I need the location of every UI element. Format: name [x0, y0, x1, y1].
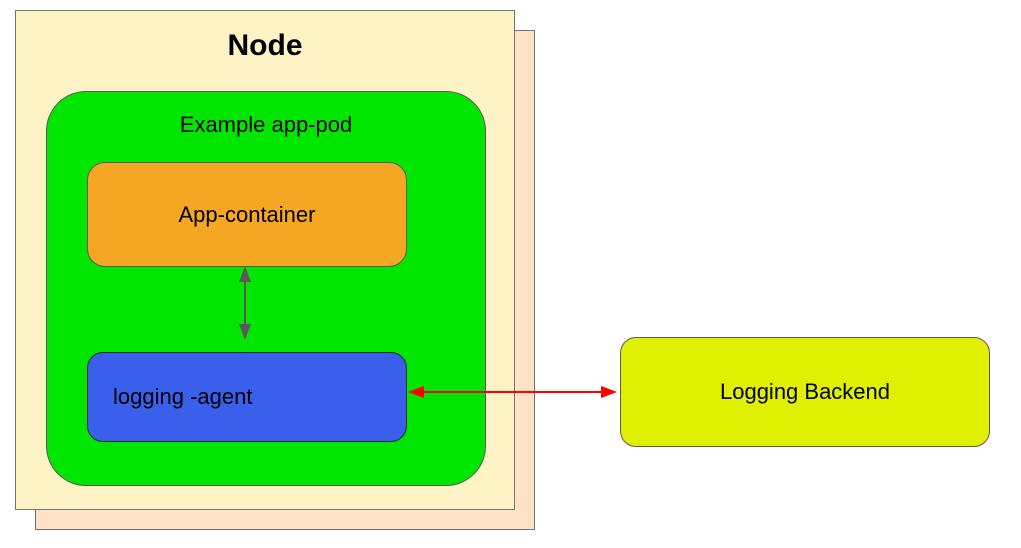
pod-title: Example app-pod [47, 112, 485, 138]
node-box: Node Example app-pod App-container loggi… [15, 10, 515, 510]
logging-agent-box: logging -agent [87, 352, 407, 442]
logging-backend-label: Logging Backend [720, 379, 890, 405]
app-container-box: App-container [87, 162, 407, 267]
logging-backend-box: Logging Backend [620, 337, 990, 447]
node-title: Node [16, 29, 514, 63]
pod-box: Example app-pod App-container logging -a… [46, 91, 486, 486]
app-container-label: App-container [179, 202, 316, 228]
logging-agent-label: logging -agent [113, 384, 252, 410]
